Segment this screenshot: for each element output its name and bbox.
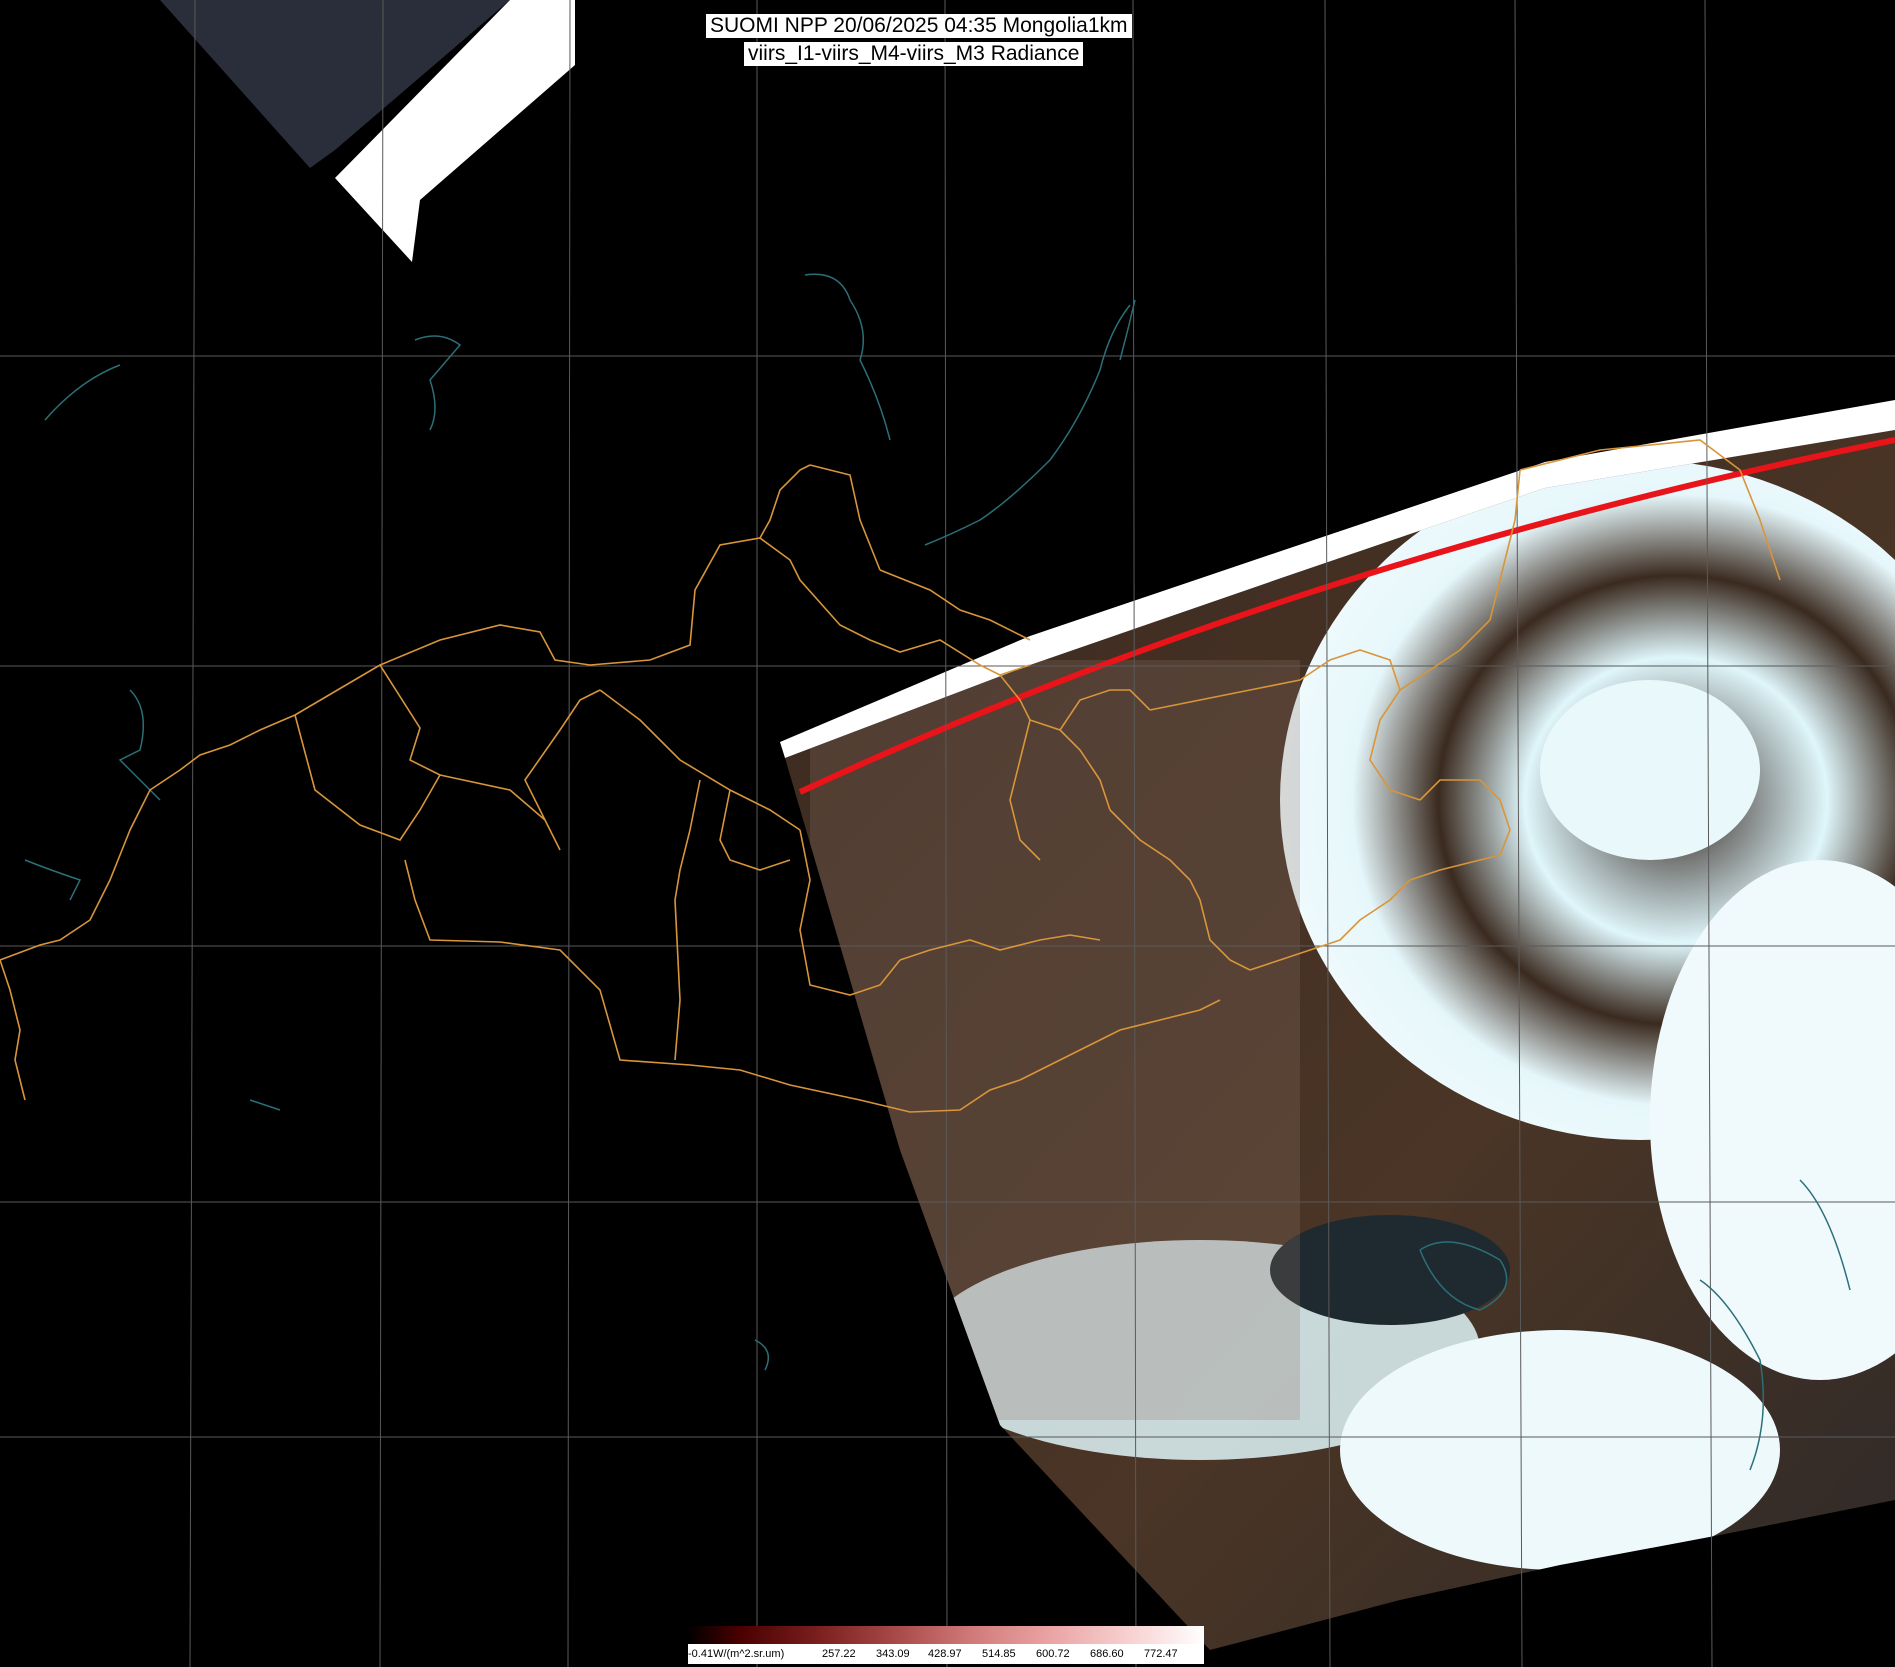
- colorbar-tick: 600.72: [1036, 1648, 1070, 1660]
- colorbar-gradient: [688, 1626, 1204, 1644]
- satellite-map: [0, 0, 1895, 1667]
- colorbar: -0.41W/(m^2.sr.um) 257.22 343.09 428.97 …: [688, 1626, 1204, 1664]
- colorbar-min-label: -0.41W/(m^2.sr.um): [688, 1648, 785, 1660]
- colorbar-labels: -0.41W/(m^2.sr.um) 257.22 343.09 428.97 …: [688, 1644, 1204, 1664]
- colorbar-tick: 514.85: [982, 1648, 1016, 1660]
- colorbar-tick: 343.09: [876, 1648, 910, 1660]
- map-title: SUOMI NPP 20/06/2025 04:35 Mongolia1km: [706, 14, 1132, 38]
- colorbar-tick: 257.22: [822, 1648, 856, 1660]
- colorbar-tick: 772.47: [1144, 1648, 1178, 1660]
- colorbar-tick: 428.97: [928, 1648, 962, 1660]
- upper-swath-fragment: [160, 0, 575, 262]
- colorbar-tick: 686.60: [1090, 1648, 1124, 1660]
- map-subtitle: viirs_I1-viirs_M4-viirs_M3 Radiance: [744, 42, 1084, 66]
